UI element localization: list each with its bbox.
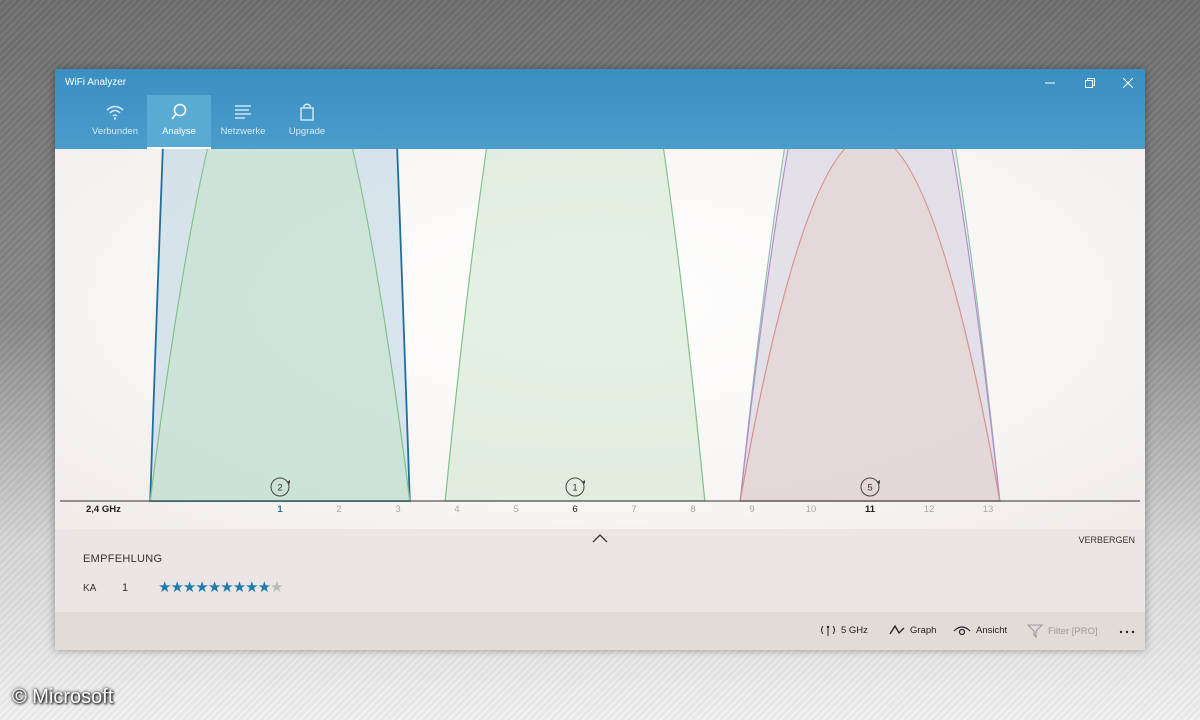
- view-label: Ansicht: [976, 624, 1008, 636]
- copyright-watermark: © Microsoft: [12, 686, 114, 708]
- star-filled-icon: ★: [195, 579, 208, 596]
- tab-label: Upgrade: [288, 126, 326, 137]
- recommendation-channel-value: 1: [122, 582, 129, 594]
- recommendation-channel-label: KA: [83, 583, 97, 594]
- channel-tick-label: 1: [277, 504, 283, 515]
- graph-label: Graph: [910, 624, 937, 636]
- title-bar: WiFi Analyzer Verbunden Analyse Netzwerk…: [55, 69, 1145, 149]
- channel-tick-label: 5: [513, 504, 518, 515]
- graph-icon: [889, 624, 905, 635]
- filter-icon: [1027, 624, 1043, 638]
- tab-analyse[interactable]: Analyse: [147, 95, 211, 149]
- recommendation-title: EMPFEHLUNG: [83, 553, 163, 565]
- star-filled-icon: ★: [220, 579, 233, 596]
- close-button[interactable]: [1113, 73, 1143, 93]
- antenna-icon: [821, 625, 835, 636]
- tab-label: Analyse: [162, 126, 196, 137]
- channel-count-label: 1: [572, 483, 577, 494]
- recommendation-rating: ★★★★★★★★★★: [158, 578, 284, 596]
- channel-tick-label: 3: [395, 504, 400, 515]
- channel-tick-label: 6: [572, 504, 577, 515]
- channel-tick-label: 11: [865, 504, 876, 515]
- tab-upgrade[interactable]: Upgrade: [275, 95, 339, 149]
- star-filled-icon: ★: [232, 579, 246, 596]
- network-curve: [444, 69, 706, 502]
- channel-tick-label: 13: [983, 504, 994, 515]
- minimize-icon: [1045, 82, 1055, 84]
- signal-chart-svg: -10 dBm-20 dBm-30 dBm-40 dBm-50 dBm-60 d…: [60, 69, 1140, 515]
- star-filled-icon: ★: [245, 579, 258, 596]
- signal-chart: -10 dBm-20 dBm-30 dBm-40 dBm-50 dBm-60 d…: [55, 69, 1145, 529]
- search-icon: [171, 103, 187, 120]
- channel-tick-label: 4: [454, 504, 459, 515]
- star-filled-icon: ★: [170, 579, 183, 596]
- eye-icon: [953, 626, 971, 636]
- bottom-panel: VERBERGEN EMPFEHLUNG KA 1 ★★★★★★★★★★ 5 G…: [55, 529, 1145, 650]
- 5ghz-label: 5 GHz: [841, 624, 868, 636]
- tab-label: Netzwerke: [220, 126, 266, 137]
- star-empty-icon: ★: [270, 579, 283, 596]
- channel-tick-label: 7: [631, 504, 636, 515]
- bag-icon: [300, 103, 314, 121]
- 5ghz-button[interactable]: 5 GHz: [820, 624, 868, 636]
- channel-count-label: 5: [867, 483, 872, 494]
- minimize-button[interactable]: [1035, 73, 1065, 93]
- channel-tick-label: 2: [336, 504, 341, 515]
- channel-tick-label: 12: [924, 504, 935, 515]
- channel-tick-label: 10: [806, 504, 817, 515]
- graph-button[interactable]: Graph: [889, 624, 936, 636]
- chevron-up-icon: [592, 534, 608, 543]
- app-window: WiFi Analyzer Verbunden Analyse Netzwerk…: [55, 69, 1145, 650]
- filter-label: Filter [PRO]: [1048, 625, 1098, 637]
- channel-count-label: 2: [277, 483, 282, 494]
- app-title: WiFi Analyzer: [65, 77, 127, 88]
- star-filled-icon: ★: [158, 579, 171, 596]
- collapse-button[interactable]: [590, 531, 610, 545]
- channel-tick-label: 8: [690, 504, 695, 515]
- tab-verbunden[interactable]: Verbunden: [83, 95, 147, 149]
- hide-button[interactable]: VERBERGEN: [1078, 535, 1135, 545]
- more-button[interactable]: [1119, 618, 1135, 641]
- view-button[interactable]: Ansicht: [953, 624, 1007, 636]
- more-icon: [1119, 630, 1135, 634]
- wifi-icon: [106, 105, 124, 120]
- band-label: 2,4 GHz: [86, 504, 121, 515]
- channel-tick-label: 9: [749, 504, 754, 515]
- star-filled-icon: ★: [182, 579, 196, 596]
- list-icon: [235, 105, 251, 119]
- tab-label: Verbunden: [92, 126, 138, 137]
- tab-netzwerke[interactable]: Netzwerke: [211, 95, 275, 149]
- star-filled-icon: ★: [207, 579, 221, 596]
- restore-icon: [1085, 78, 1095, 88]
- filter-button[interactable]: Filter [PRO]: [1027, 624, 1098, 638]
- restore-button[interactable]: [1075, 73, 1105, 93]
- command-bar: 5 GHz Graph Ansicht Filter [PRO]: [55, 612, 1145, 650]
- star-filled-icon: ★: [257, 579, 271, 596]
- close-icon: [1123, 78, 1133, 88]
